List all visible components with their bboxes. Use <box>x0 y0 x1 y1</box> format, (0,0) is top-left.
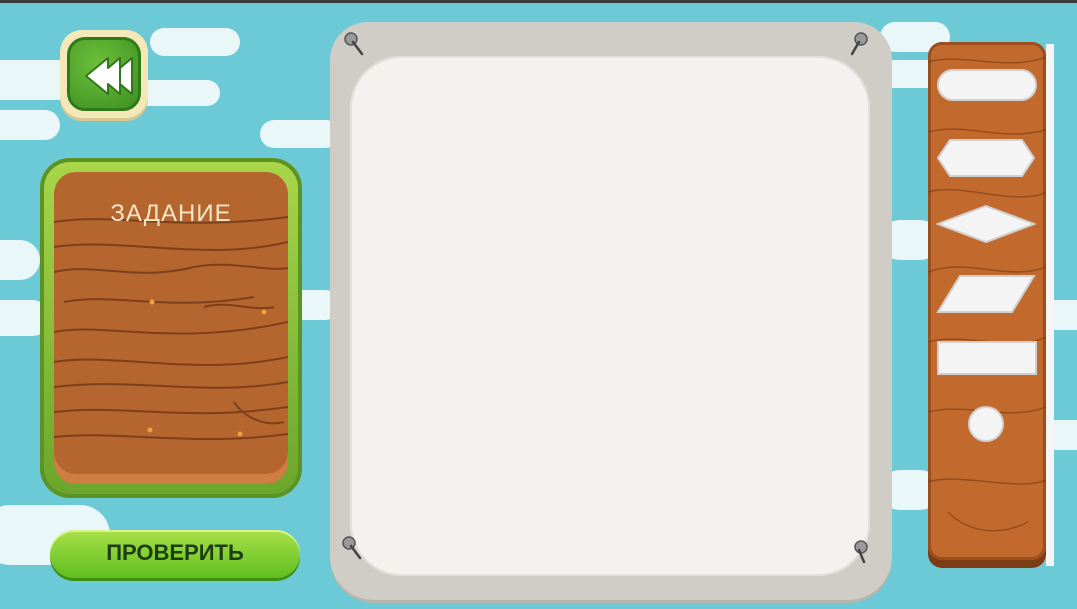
cloud <box>0 110 60 140</box>
task-board-wood: ЗАДАНИЕ <box>54 172 288 484</box>
cloud <box>260 120 340 148</box>
canvas-frame <box>330 22 892 600</box>
game-screen: ЗАДАНИЕ ПРОВЕРИТЬ <box>0 0 1077 609</box>
task-panel: ЗАДАНИЕ <box>40 158 302 498</box>
shape-rhombus[interactable] <box>936 204 1036 244</box>
tray-rail <box>1046 44 1054 566</box>
shape-rounded-rectangle[interactable] <box>936 68 1038 102</box>
wood-knot <box>261 309 267 315</box>
pin-icon <box>850 32 868 56</box>
pin-icon <box>344 32 364 56</box>
wood-knot <box>149 299 155 305</box>
check-button[interactable]: ПРОВЕРИТЬ <box>50 530 300 578</box>
back-button-face[interactable] <box>67 37 141 111</box>
pin-icon <box>854 540 868 564</box>
rewind-icon <box>85 57 133 95</box>
cloud <box>150 28 240 56</box>
task-title: ЗАДАНИЕ <box>110 200 232 227</box>
top-border <box>0 0 1077 3</box>
shape-hexagon[interactable] <box>936 138 1036 178</box>
shape-rectangle[interactable] <box>936 340 1038 376</box>
shapes-tray <box>928 42 1046 560</box>
wood-knot <box>147 427 153 433</box>
wood-knot <box>237 431 243 437</box>
back-button[interactable] <box>60 30 148 118</box>
shape-parallelogram[interactable] <box>936 274 1036 314</box>
drawing-canvas[interactable] <box>350 56 870 576</box>
check-button-label: ПРОВЕРИТЬ <box>106 540 244 565</box>
pin-icon <box>342 536 362 560</box>
shape-circle[interactable] <box>966 404 1006 444</box>
cloud <box>0 240 40 280</box>
